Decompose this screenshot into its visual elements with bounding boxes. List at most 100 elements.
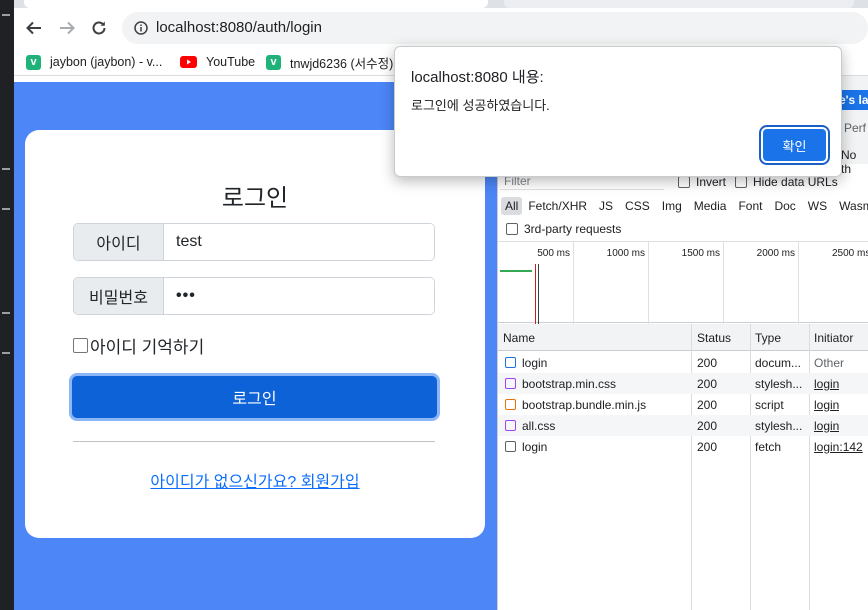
type-filter[interactable]: All — [501, 197, 523, 215]
timeline-label: 1500 ms — [681, 248, 720, 259]
vlog-icon: v — [26, 54, 41, 70]
strip-tick — [2, 168, 10, 170]
remember-id[interactable]: 아이디 기억하기 — [73, 333, 204, 358]
column-header-type[interactable]: Type — [755, 331, 781, 345]
request-status: 200 — [697, 356, 718, 370]
type-filter[interactable]: WS — [802, 197, 833, 215]
request-type: docum... — [755, 356, 802, 370]
divider — [73, 441, 435, 442]
network-request-table: Name Status Type Initiator login 200 doc… — [498, 324, 868, 610]
bookmark-item[interactable]: v jaybon (jaybon) - v... — [26, 54, 162, 70]
invert-checkbox[interactable] — [678, 176, 690, 188]
tab-active[interactable] — [24, 0, 488, 8]
url-text[interactable]: localhost:8080/auth/login — [156, 19, 322, 36]
table-row[interactable]: all.css 200 stylesh... login — [498, 415, 868, 436]
stylesheet-icon — [505, 378, 516, 389]
type-filter[interactable]: Font — [732, 197, 768, 215]
tab-inactive[interactable] — [504, 0, 854, 8]
request-initiator[interactable]: login — [814, 377, 839, 391]
strip-tick — [2, 208, 10, 210]
request-initiator[interactable]: login — [814, 398, 839, 412]
password-input-group: 비밀번호 ••• — [73, 277, 435, 315]
bookmark-item[interactable]: YouTube — [180, 54, 255, 70]
bookmark-item[interactable]: v tnwjd6236 (서수정) — [266, 54, 394, 71]
back-button[interactable] — [22, 16, 46, 40]
password-input[interactable]: ••• — [164, 278, 434, 314]
strip-tick — [2, 312, 10, 314]
dom-content-loaded-marker — [538, 264, 539, 324]
column-header-name[interactable]: Name — [503, 331, 535, 345]
id-input[interactable]: test — [164, 224, 434, 260]
alert-message: 로그인에 성공하였습니다. — [411, 98, 550, 113]
reload-icon — [92, 21, 106, 35]
type-filter[interactable]: Doc — [768, 197, 801, 215]
type-filter[interactable]: Wasm — [833, 197, 868, 215]
request-type: stylesh... — [755, 377, 803, 391]
table-header: Name Status Type Initiator — [498, 324, 868, 351]
type-filter[interactable]: Media — [688, 197, 733, 215]
invert-toggle[interactable]: Invert — [678, 175, 726, 189]
youtube-icon — [180, 55, 197, 70]
request-status: 200 — [697, 377, 718, 391]
table-row[interactable]: login 200 fetch login:142 — [498, 436, 868, 457]
request-initiator[interactable]: login — [814, 419, 839, 433]
strip-tick — [2, 14, 10, 16]
type-filter[interactable]: Fetch/XHR — [522, 197, 593, 215]
document-icon — [505, 357, 516, 368]
script-icon — [505, 399, 516, 410]
timeline-label: 1000 ms — [606, 248, 645, 259]
hide-data-urls-label: Hide data URLs — [753, 175, 838, 189]
remember-checkbox[interactable] — [73, 338, 88, 353]
request-type: script — [755, 398, 784, 412]
request-name: login — [522, 356, 548, 370]
login-button[interactable]: 로그인 — [72, 376, 437, 418]
remember-label: 아이디 기억하기 — [90, 338, 205, 357]
login-title: 로그인 — [221, 185, 289, 212]
request-name: login — [522, 440, 548, 454]
request-type: fetch — [755, 440, 782, 454]
table-row[interactable]: bootstrap.min.css 200 stylesh... login — [498, 373, 868, 394]
alert-ok-button[interactable]: 확인 — [763, 129, 826, 161]
type-filter[interactable]: CSS — [619, 197, 656, 215]
bookmark-label: jaybon (jaybon) - v... — [50, 55, 163, 69]
stylesheet-icon — [505, 420, 516, 431]
alert-dialog: localhost:8080 내용: 로그인에 성공하였습니다. 확인 — [394, 46, 842, 177]
request-name: bootstrap.bundle.min.js — [522, 398, 647, 412]
fetch-icon — [505, 441, 516, 452]
strip-tick — [2, 352, 10, 354]
table-row[interactable]: bootstrap.bundle.min.js 200 script login — [498, 394, 868, 415]
third-party-toggle[interactable]: 3rd-party requests — [506, 222, 621, 236]
left-strip — [0, 0, 14, 610]
third-party-checkbox[interactable] — [506, 223, 518, 235]
reload-button[interactable] — [87, 16, 111, 40]
alert-title: localhost:8080 내용: — [411, 69, 544, 86]
password-label: 비밀번호 — [74, 278, 164, 314]
request-initiator[interactable]: login:142 — [814, 440, 863, 454]
info-icon[interactable] — [134, 21, 148, 35]
column-header-initiator[interactable]: Initiator — [814, 331, 853, 345]
bookmark-label: YouTube — [206, 55, 256, 69]
signup-link[interactable]: 아이디가 없으신가요? 회원가입 — [25, 468, 485, 492]
request-type: stylesh... — [755, 419, 803, 433]
hide-data-urls-checkbox[interactable] — [735, 176, 747, 188]
performance-tab[interactable]: Perf — [844, 121, 866, 135]
bookmark-label: tnwjd6236 (서수정) — [290, 56, 394, 71]
browser-toolbar: localhost:8080/auth/login — [14, 8, 868, 48]
network-timeline[interactable]: 500 ms 1000 ms 1500 ms 2000 ms 2500 ms — [498, 241, 868, 324]
column-header-status[interactable]: Status — [697, 331, 731, 345]
forward-arrow-icon — [60, 21, 75, 35]
request-status: 200 — [697, 419, 718, 433]
timeline-gridline — [648, 242, 649, 324]
login-card: 로그인 아이디 test 비밀번호 ••• 아이디 기억하기 로그인 아이디가 … — [25, 130, 485, 538]
back-arrow-icon — [26, 21, 41, 35]
type-filter[interactable]: JS — [593, 197, 619, 215]
load-event-marker — [535, 264, 536, 324]
type-filter[interactable]: Img — [656, 197, 688, 215]
table-row[interactable]: login 200 docum... Other — [498, 352, 868, 373]
id-label: 아이디 — [74, 224, 164, 260]
address-bar[interactable]: localhost:8080/auth/login — [122, 12, 868, 44]
id-input-group: 아이디 test — [73, 223, 435, 261]
timeline-label: 2500 ms — [832, 248, 868, 259]
forward-button[interactable] — [55, 16, 79, 40]
hide-data-urls-toggle[interactable]: Hide data URLs — [735, 175, 838, 189]
